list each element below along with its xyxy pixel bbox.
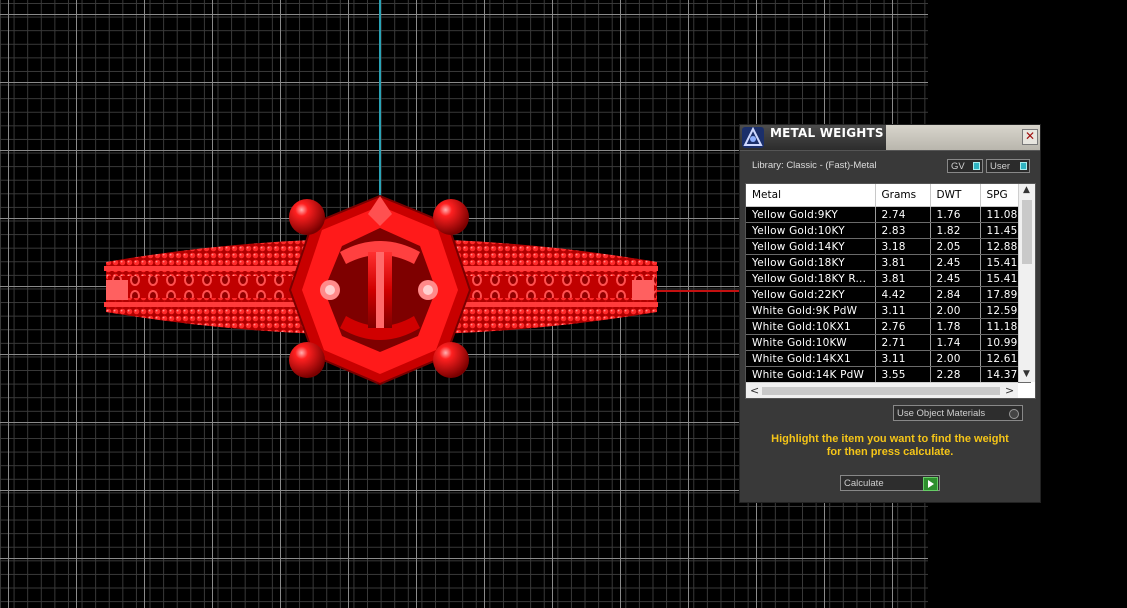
metal-table-container[interactable]: Metal Grams DWT SPG Yellow Gold:9KY 2.74 1… [745, 183, 1036, 399]
cell-grams: 2.74 [875, 206, 931, 223]
user-toggle[interactable]: User [986, 159, 1030, 173]
cell-dwt: 1.82 [930, 222, 981, 239]
toggle-indicator-icon [1020, 162, 1027, 170]
panel-title: METAL WEIGHTS [770, 126, 884, 140]
cell-dwt: 1.78 [930, 318, 981, 335]
cell-metal: White Gold:14K PdW [746, 366, 876, 383]
horizontal-scrollbar[interactable]: < > [746, 382, 1018, 398]
cell-grams: 2.83 [875, 222, 931, 239]
table-row[interactable]: White Gold:10KX1 2.76 1.78 11.18 [746, 318, 1031, 335]
cell-metal: White Gold:10KW [746, 334, 876, 351]
cell-metal: Yellow Gold:10KY [746, 222, 876, 239]
table-row[interactable]: Yellow Gold:18KY 3.81 2.45 15.41 [746, 254, 1031, 271]
table-row[interactable]: Yellow Gold:14KY 3.18 2.05 12.88 [746, 238, 1031, 255]
prong-ball [433, 199, 469, 235]
panel-titlebar[interactable]: METAL WEIGHTS ✕ [740, 125, 1040, 151]
cell-grams: 3.11 [875, 350, 931, 367]
cell-grams: 3.55 [875, 366, 931, 383]
scroll-down-icon[interactable]: ▼ [1023, 369, 1030, 379]
cell-metal: Yellow Gold:9KY [746, 206, 876, 223]
scroll-left-icon[interactable]: < [750, 384, 759, 397]
table-row[interactable]: White Gold:14K PdW 3.55 2.28 14.37 [746, 366, 1031, 383]
prong-ball [289, 342, 325, 378]
cell-dwt: 2.05 [930, 238, 981, 255]
table-row[interactable]: White Gold:9K PdW 3.11 2.00 12.59 [746, 302, 1031, 319]
cell-metal: Yellow Gold:18KY R... [746, 270, 876, 287]
metal-table: Metal Grams DWT SPG Yellow Gold:9KY 2.74 1… [746, 184, 1031, 383]
scroll-up-icon[interactable]: ▲ [1023, 185, 1030, 195]
cell-grams: 3.11 [875, 302, 931, 319]
library-label: Library: Classic - (Fast)-Metal [752, 160, 877, 171]
instruction-text: Highlight the item you want to find the … [752, 433, 1028, 459]
table-row[interactable]: Yellow Gold:10KY 2.83 1.82 11.45 [746, 222, 1031, 239]
app-logo-icon [742, 127, 764, 148]
table-row[interactable]: Yellow Gold:9KY 2.74 1.76 11.08 [746, 206, 1031, 223]
cell-grams: 4.42 [875, 286, 931, 303]
use-object-materials-option[interactable]: Use Object Materials [893, 405, 1023, 421]
column-header-grams[interactable]: Grams [875, 184, 931, 207]
horizontal-scroll-thumb[interactable] [762, 387, 1000, 395]
cell-dwt: 2.00 [930, 350, 981, 367]
table-row[interactable]: Yellow Gold:22KY 4.42 2.84 17.89 [746, 286, 1031, 303]
cell-metal: Yellow Gold:22KY [746, 286, 876, 303]
cell-dwt: 2.00 [930, 302, 981, 319]
play-icon [923, 477, 938, 491]
cell-metal: Yellow Gold:18KY [746, 254, 876, 271]
cell-dwt: 2.45 [930, 254, 981, 271]
cell-metal: White Gold:14KX1 [746, 350, 876, 367]
gv-toggle[interactable]: GV [947, 159, 983, 173]
column-header-metal[interactable]: Metal [746, 184, 876, 207]
cell-metal: White Gold:10KX1 [746, 318, 876, 335]
cell-dwt: 2.45 [930, 270, 981, 287]
cell-grams: 2.76 [875, 318, 931, 335]
cell-dwt: 2.28 [930, 366, 981, 383]
close-button[interactable]: ✕ [1022, 129, 1038, 145]
prong-ball [289, 199, 325, 235]
table-row[interactable]: White Gold:14KX1 3.11 2.00 12.61 [746, 350, 1031, 367]
vertical-scrollbar[interactable]: ▲ ▼ [1018, 184, 1035, 382]
user-toggle-label: User [990, 161, 1011, 172]
instruction-line-1: Highlight the item you want to find the … [771, 433, 1009, 445]
metal-weights-panel: METAL WEIGHTS ✕ Library: Classic - (Fast… [739, 124, 1041, 503]
cell-grams: 3.18 [875, 238, 931, 255]
cell-dwt: 1.74 [930, 334, 981, 351]
instruction-line-2: for then press calculate. [826, 446, 954, 458]
cell-grams: 3.81 [875, 270, 931, 287]
use-object-materials-label: Use Object Materials [897, 408, 986, 419]
cell-dwt: 2.84 [930, 286, 981, 303]
scroll-right-icon[interactable]: > [1005, 384, 1014, 397]
radio-icon [1009, 409, 1019, 419]
gv-toggle-label: GV [951, 161, 965, 172]
cell-grams: 2.71 [875, 334, 931, 351]
vertical-scroll-thumb[interactable] [1022, 200, 1032, 264]
table-row[interactable]: Yellow Gold:18KY R... 3.81 2.45 15.41 [746, 270, 1031, 287]
toggle-indicator-icon [973, 162, 980, 170]
table-header-row: Metal Grams DWT SPG [746, 184, 1031, 207]
cell-grams: 3.81 [875, 254, 931, 271]
column-header-dwt[interactable]: DWT [930, 184, 981, 207]
cell-dwt: 1.76 [930, 206, 981, 223]
calculate-button[interactable]: Calculate [840, 475, 940, 491]
cell-metal: Yellow Gold:14KY [746, 238, 876, 255]
calculate-label: Calculate [844, 478, 884, 489]
prong-ball [433, 342, 469, 378]
table-row[interactable]: White Gold:10KW 2.71 1.74 10.99 [746, 334, 1031, 351]
cell-metal: White Gold:9K PdW [746, 302, 876, 319]
